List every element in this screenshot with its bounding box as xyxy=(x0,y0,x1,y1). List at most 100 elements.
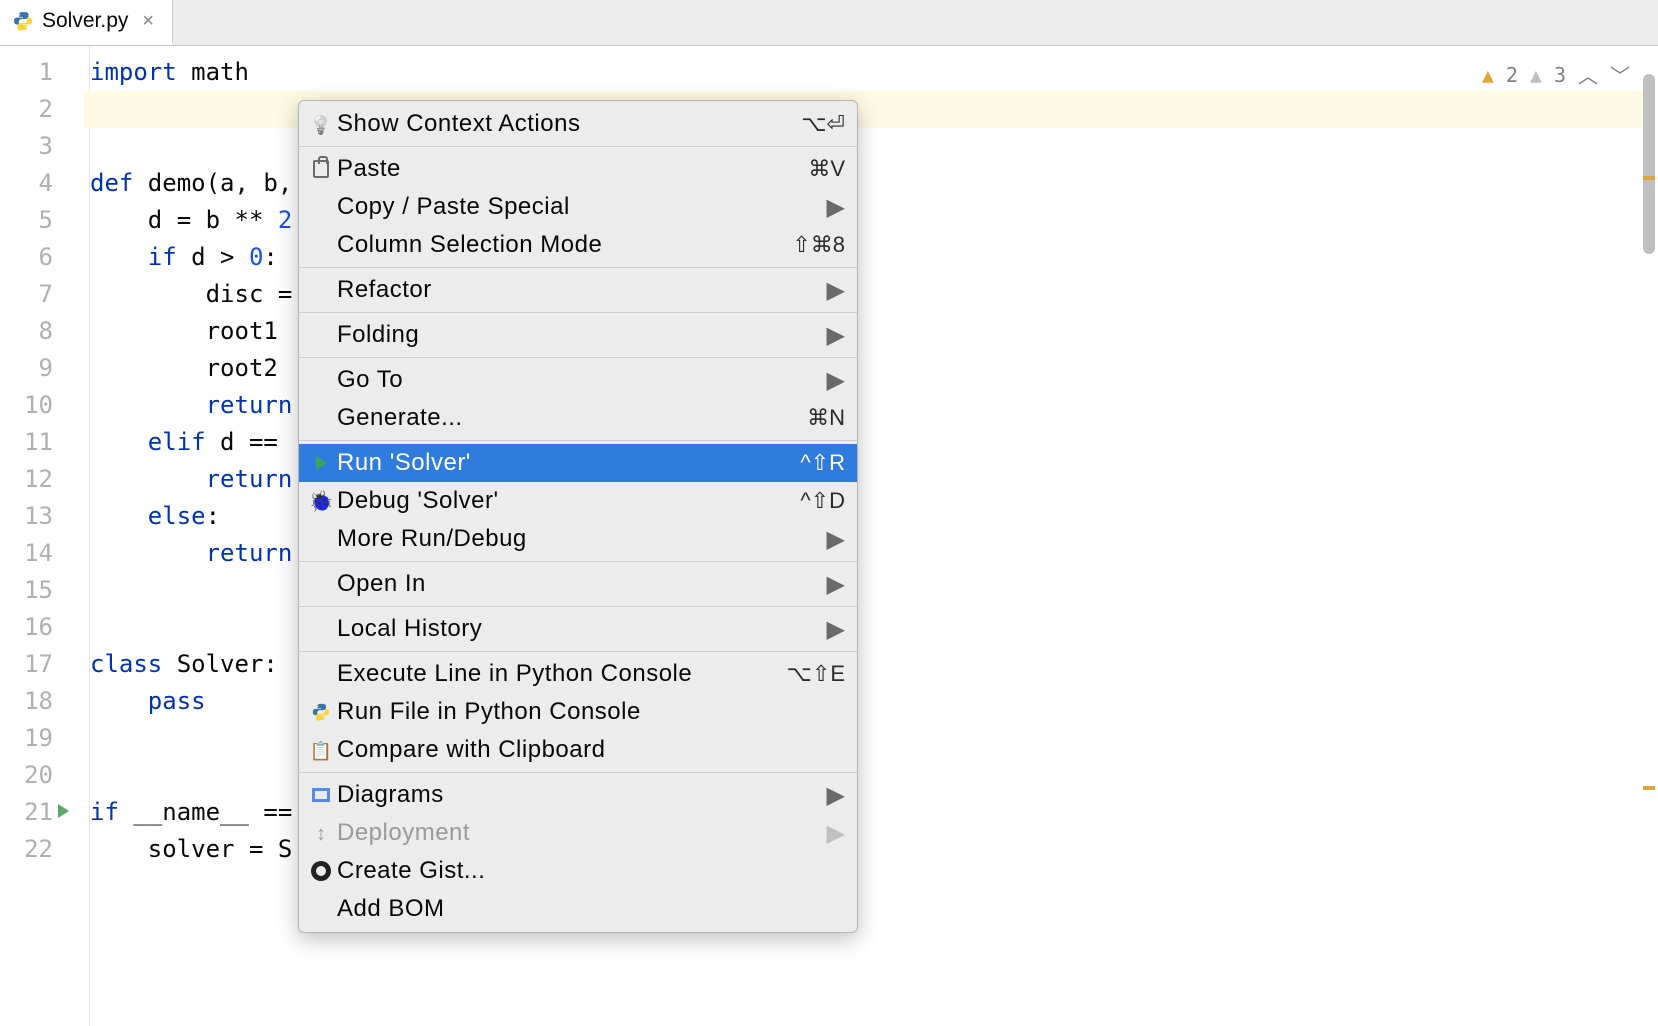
menu-item-paste[interactable]: Paste⌘V xyxy=(299,150,857,188)
tab-bar: Solver.py × xyxy=(0,0,1658,46)
line-number[interactable]: 4 xyxy=(0,165,53,202)
clip-icon xyxy=(307,160,335,178)
menu-shortcut: ⇧⌘8 xyxy=(792,232,845,258)
menu-item-run-solver[interactable]: Run 'Solver'^⇧R xyxy=(299,444,857,482)
menu-separator xyxy=(299,772,857,773)
menu-separator xyxy=(299,357,857,358)
scrollbar-warning-mark[interactable] xyxy=(1643,786,1655,790)
menu-shortcut: ⌘N xyxy=(807,405,845,431)
submenu-arrow-icon: ▶ xyxy=(827,781,845,810)
tab-filename: Solver.py xyxy=(42,9,128,33)
menu-item-generate[interactable]: Generate...⌘N xyxy=(299,399,857,437)
line-number[interactable]: 22 xyxy=(0,831,53,868)
submenu-arrow-icon: ▶ xyxy=(827,321,845,350)
line-number[interactable]: 21 xyxy=(0,794,53,831)
warning-icon: ▲ xyxy=(1482,63,1494,87)
clipcmp-icon xyxy=(307,736,335,764)
weak-warning-icon: ▲ xyxy=(1530,63,1542,87)
line-number[interactable]: 11 xyxy=(0,424,53,461)
line-number[interactable]: 3 xyxy=(0,128,53,165)
menu-item-label: Add BOM xyxy=(335,895,845,923)
line-number[interactable]: 17 xyxy=(0,646,53,683)
submenu-arrow-icon: ▶ xyxy=(827,819,845,848)
menu-item-label: Run File in Python Console xyxy=(335,698,845,726)
scrollbar-warning-mark[interactable] xyxy=(1643,176,1655,180)
line-number[interactable]: 14 xyxy=(0,535,53,572)
menu-item-label: Copy / Paste Special xyxy=(335,193,827,221)
menu-item-label: Deployment xyxy=(335,819,827,847)
gh-icon xyxy=(307,861,335,881)
menu-item-create-gist[interactable]: Create Gist... xyxy=(299,852,857,890)
line-number[interactable]: 10 xyxy=(0,387,53,424)
menu-shortcut: ⌘V xyxy=(808,156,845,182)
editor-context-menu: Show Context Actions⌥⏎Paste⌘VCopy / Past… xyxy=(298,100,858,933)
editor-scrollbar[interactable] xyxy=(1640,46,1658,1026)
editor-tab-solver[interactable]: Solver.py × xyxy=(0,0,173,45)
line-number[interactable]: 13 xyxy=(0,498,53,535)
menu-item-label: Execute Line in Python Console xyxy=(335,660,787,688)
deploy-icon xyxy=(307,819,335,847)
menu-item-folding[interactable]: Folding▶ xyxy=(299,316,857,354)
line-number[interactable]: 8 xyxy=(0,313,53,350)
menu-shortcut: ^⇧R xyxy=(800,450,845,476)
code-line[interactable]: import math xyxy=(90,54,1658,91)
menu-item-more-run-debug[interactable]: More Run/Debug▶ xyxy=(299,520,857,558)
menu-item-show-context-actions[interactable]: Show Context Actions⌥⏎ xyxy=(299,105,857,143)
menu-item-label: Open In xyxy=(335,570,827,598)
warning-count-a: 2 xyxy=(1506,63,1518,87)
line-number[interactable]: 5 xyxy=(0,202,53,239)
menu-item-execute-line-in-python-console[interactable]: Execute Line in Python Console⌥⇧E xyxy=(299,655,857,693)
menu-separator xyxy=(299,561,857,562)
next-highlight-icon[interactable]: ﹀ xyxy=(1610,60,1630,89)
menu-item-debug-solver[interactable]: Debug 'Solver'^⇧D xyxy=(299,482,857,520)
submenu-arrow-icon: ▶ xyxy=(827,193,845,222)
menu-item-label: Folding xyxy=(335,321,827,349)
gutter-line-numbers[interactable]: 12345678910111213141516171819202122 xyxy=(0,46,90,1026)
bug-icon xyxy=(307,489,335,514)
menu-item-copy-paste-special[interactable]: Copy / Paste Special▶ xyxy=(299,188,857,226)
line-number[interactable]: 7 xyxy=(0,276,53,313)
menu-item-label: Refactor xyxy=(335,276,827,304)
py-icon xyxy=(307,702,335,722)
close-tab-icon[interactable]: × xyxy=(136,10,160,33)
gutter-run-icon[interactable] xyxy=(58,802,69,823)
menu-item-local-history[interactable]: Local History▶ xyxy=(299,610,857,648)
menu-item-label: Generate... xyxy=(335,404,807,432)
menu-item-refactor[interactable]: Refactor▶ xyxy=(299,271,857,309)
line-number[interactable]: 2 xyxy=(0,91,53,128)
menu-item-go-to[interactable]: Go To▶ xyxy=(299,361,857,399)
menu-separator xyxy=(299,440,857,441)
diag-icon xyxy=(307,788,335,802)
submenu-arrow-icon: ▶ xyxy=(827,276,845,305)
menu-separator xyxy=(299,606,857,607)
menu-item-label: Local History xyxy=(335,615,827,643)
menu-item-compare-with-clipboard[interactable]: Compare with Clipboard xyxy=(299,731,857,769)
menu-item-add-bom[interactable]: Add BOM xyxy=(299,890,857,928)
prev-highlight-icon[interactable]: ︿ xyxy=(1578,60,1598,89)
line-number[interactable]: 16 xyxy=(0,609,53,646)
menu-item-diagrams[interactable]: Diagrams▶ xyxy=(299,776,857,814)
inspection-widget[interactable]: ▲ 2 ▲ 3 ︿ ﹀ xyxy=(1482,60,1630,89)
bulb-icon xyxy=(307,110,335,138)
play-icon xyxy=(307,456,335,470)
line-number[interactable]: 20 xyxy=(0,757,53,794)
line-number[interactable]: 18 xyxy=(0,683,53,720)
line-number[interactable]: 15 xyxy=(0,572,53,609)
line-number[interactable]: 1 xyxy=(0,54,53,91)
menu-item-label: Create Gist... xyxy=(335,857,845,885)
menu-shortcut: ^⇧D xyxy=(800,488,845,514)
line-number[interactable]: 9 xyxy=(0,350,53,387)
line-number[interactable]: 19 xyxy=(0,720,53,757)
submenu-arrow-icon: ▶ xyxy=(827,570,845,599)
line-number[interactable]: 12 xyxy=(0,461,53,498)
python-file-icon xyxy=(12,10,34,32)
menu-item-label: Debug 'Solver' xyxy=(335,487,800,515)
scrollbar-thumb[interactable] xyxy=(1643,74,1655,254)
menu-item-label: Go To xyxy=(335,366,827,394)
menu-item-open-in[interactable]: Open In▶ xyxy=(299,565,857,603)
menu-item-run-file-in-python-console[interactable]: Run File in Python Console xyxy=(299,693,857,731)
menu-item-label: Show Context Actions xyxy=(335,110,801,138)
menu-item-column-selection-mode[interactable]: Column Selection Mode⇧⌘8 xyxy=(299,226,857,264)
menu-item-label: Diagrams xyxy=(335,781,827,809)
line-number[interactable]: 6 xyxy=(0,239,53,276)
